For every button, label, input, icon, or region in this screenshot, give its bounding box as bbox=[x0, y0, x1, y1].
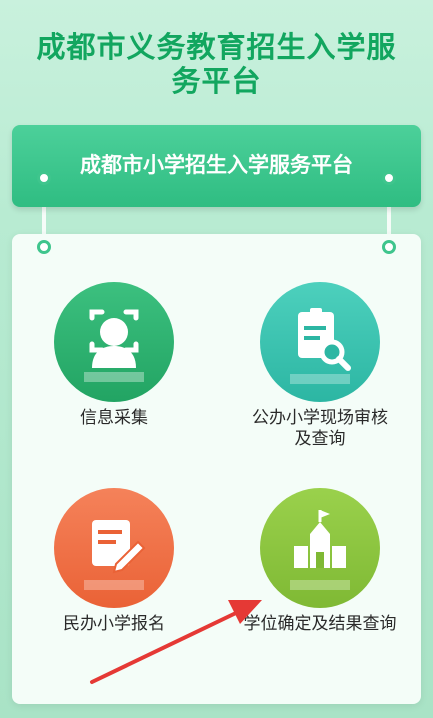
user-scan-icon bbox=[54, 282, 174, 402]
menu-item-placement-result-query[interactable]: 学位确定及结果查询 bbox=[230, 488, 410, 635]
menu-item-label: 信息采集 bbox=[80, 408, 148, 428]
page-title: 成都市义务教育招生入学服务平台 bbox=[36, 30, 397, 98]
menu-card: 信息采集 公办小学现场审核及查询 民办小学报名 学位确定及结果查询 bbox=[12, 234, 421, 704]
connector-dot bbox=[37, 240, 51, 254]
platform-banner[interactable]: 成都市小学招生入学服务平台 bbox=[12, 125, 421, 207]
connector-dot bbox=[382, 240, 396, 254]
menu-item-info-collection[interactable]: 信息采集 bbox=[24, 282, 204, 429]
edit-form-icon bbox=[54, 488, 174, 608]
connector-dot bbox=[37, 171, 51, 185]
document-search-icon bbox=[260, 282, 380, 402]
menu-item-public-school-review[interactable]: 公办小学现场审核及查询 bbox=[230, 282, 410, 450]
connector-dot bbox=[382, 171, 396, 185]
menu-item-label: 学位确定及结果查询 bbox=[243, 614, 397, 634]
menu-item-label: 民办小学报名 bbox=[63, 614, 165, 634]
menu-item-label: 公办小学现场审核及查询 bbox=[252, 408, 388, 449]
menu-item-private-school-registration[interactable]: 民办小学报名 bbox=[24, 488, 204, 635]
banner-title: 成都市小学招生入学服务平台 bbox=[80, 153, 353, 177]
school-building-icon bbox=[260, 488, 380, 608]
